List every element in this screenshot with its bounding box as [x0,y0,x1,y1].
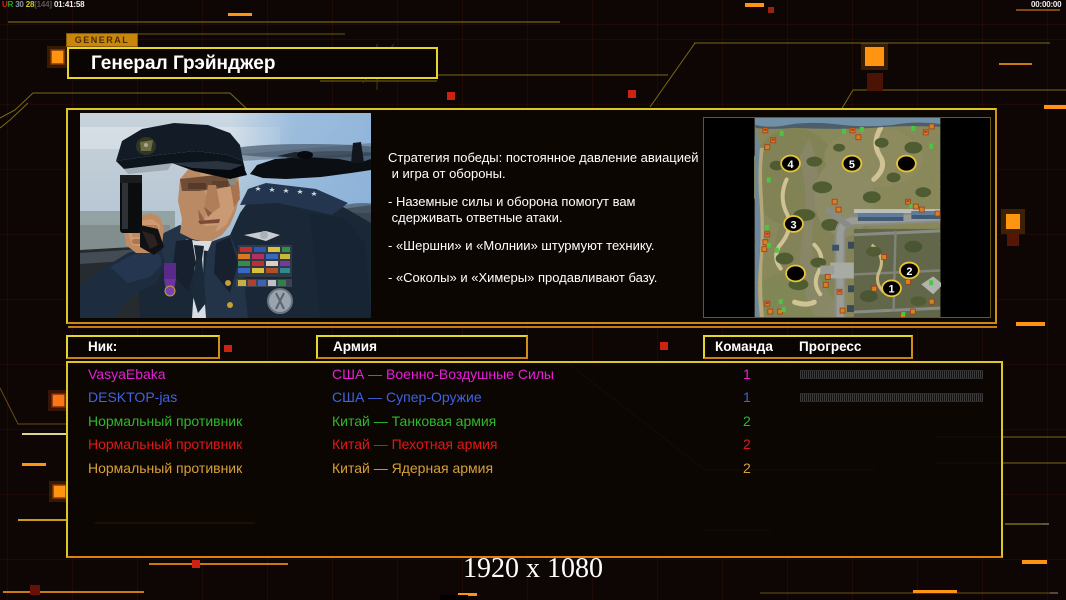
svg-text:5: 5 [849,159,855,171]
svg-text:1: 1 [889,284,895,296]
svg-text:3: 3 [791,219,797,231]
svg-text:2: 2 [906,266,912,278]
svg-text:4: 4 [788,159,794,171]
